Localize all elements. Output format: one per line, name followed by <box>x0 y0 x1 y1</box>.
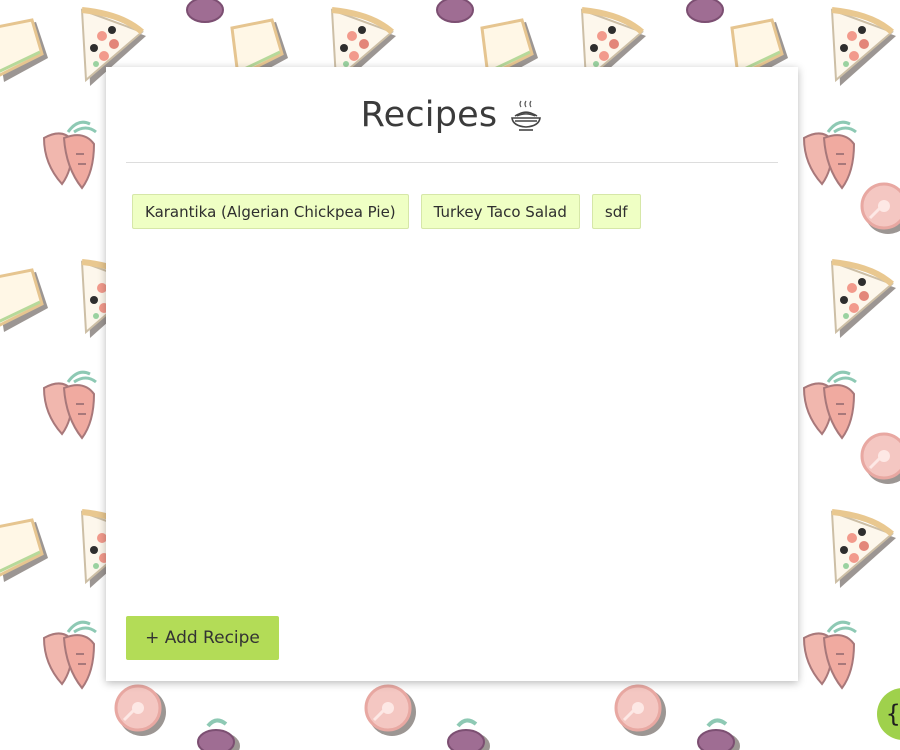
recipe-list: Karantika (Algerian Chickpea Pie) Turkey… <box>132 194 641 229</box>
recipe-tag[interactable]: Karantika (Algerian Chickpea Pie) <box>132 194 409 229</box>
add-recipe-button[interactable]: + Add Recipe <box>126 616 279 660</box>
card-header: Recipes <box>126 67 778 163</box>
recipe-tag[interactable]: sdf <box>591 194 641 229</box>
page-title: Recipes <box>360 94 498 135</box>
code-brace-icon: { <box>886 700 900 728</box>
noodle-bowl-icon <box>511 100 542 131</box>
recipe-tag[interactable]: Turkey Taco Salad <box>420 194 580 229</box>
recipes-card: Recipes Karantika (Algerian Chickpea Pie… <box>106 67 798 681</box>
